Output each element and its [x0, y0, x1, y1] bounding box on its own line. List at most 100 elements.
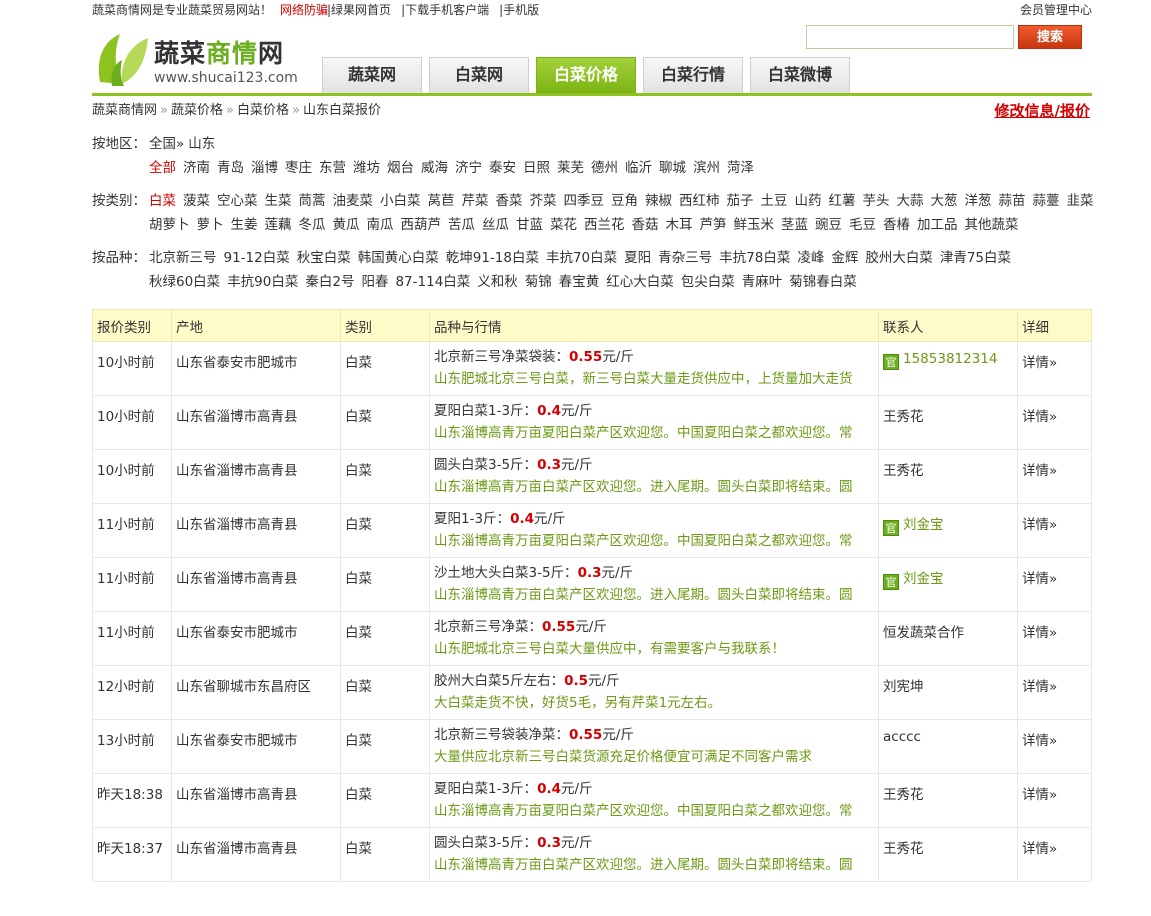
contact-name[interactable]: 刘金宝	[903, 571, 944, 587]
contact-cell[interactable]: 官刘金宝	[878, 557, 1018, 612]
detail-link[interactable]: 详情»	[1017, 665, 1092, 720]
category-item[interactable]: 西葫芦	[401, 213, 442, 237]
category-item[interactable]: 苦瓜	[448, 213, 475, 237]
category-item[interactable]: 香椿	[883, 213, 910, 237]
variety-item[interactable]: 乾坤91-18白菜	[446, 246, 539, 270]
variety-title[interactable]: 沙土地大头白菜3-5斤：0.3元/斤	[434, 562, 874, 584]
contact-cell[interactable]: 王秀花	[878, 395, 1018, 450]
category-item[interactable]: 香菜	[496, 189, 523, 213]
variety-item[interactable]: 丰抗70白菜	[546, 246, 617, 270]
contact-cell[interactable]: 刘宪坤	[878, 665, 1018, 720]
mobile-version-link[interactable]: 手机版	[503, 3, 539, 17]
breadcrumb-veg-price[interactable]: 蔬菜价格	[171, 103, 223, 118]
search-input[interactable]	[806, 25, 1014, 49]
detail-link[interactable]: 详情»	[1017, 449, 1092, 504]
region-shandong[interactable]: 山东	[188, 132, 215, 156]
category-item[interactable]: 大葱	[931, 189, 958, 213]
category-item[interactable]: 毛豆	[849, 213, 876, 237]
detail-link[interactable]: 详情»	[1017, 611, 1092, 666]
contact-cell[interactable]: 王秀花	[878, 449, 1018, 504]
variety-item[interactable]: 丰抗78白菜	[719, 246, 790, 270]
detail-link[interactable]: 详情»	[1017, 827, 1092, 882]
variety-title[interactable]: 夏阳白菜1-3斤：0.4元/斤	[434, 400, 874, 422]
region-item[interactable]: 菏泽	[727, 156, 754, 180]
detail-link[interactable]: 详情»	[1017, 557, 1092, 612]
variety-item[interactable]: 秦白2号	[305, 270, 354, 294]
category-item[interactable]: 莴苣	[428, 189, 455, 213]
variety-item[interactable]: 韩国黄心白菜	[358, 246, 439, 270]
category-item[interactable]: 冬瓜	[299, 213, 326, 237]
category-item[interactable]: 洋葱	[965, 189, 992, 213]
category-item[interactable]: 芦笋	[700, 213, 727, 237]
category-item[interactable]: 山药	[795, 189, 822, 213]
tab-cabbage-net[interactable]: 白菜网	[429, 57, 529, 93]
category-item[interactable]: 莲藕	[265, 213, 292, 237]
detail-link[interactable]: 详情»	[1017, 773, 1092, 828]
category-item[interactable]: 其他蔬菜	[965, 213, 1019, 237]
region-item[interactable]: 青岛	[217, 156, 244, 180]
variety-item[interactable]: 91-12白菜	[224, 246, 290, 270]
region-item[interactable]: 莱芜	[557, 156, 584, 180]
region-item[interactable]: 济南	[183, 156, 210, 180]
region-item[interactable]: 滨州	[693, 156, 720, 180]
category-item[interactable]: 豆角	[611, 189, 638, 213]
category-item[interactable]: 蒜苗	[999, 189, 1026, 213]
category-item[interactable]: 西兰花	[584, 213, 625, 237]
variety-title[interactable]: 北京新三号净菜袋装：0.55元/斤	[434, 346, 874, 368]
variety-title[interactable]: 胶州大白菜5斤左右：0.5元/斤	[434, 670, 874, 692]
region-all-china[interactable]: 全国»	[149, 132, 184, 156]
variety-item[interactable]: 义和秋	[477, 270, 518, 294]
category-item[interactable]: 芹菜	[462, 189, 489, 213]
variety-item[interactable]: 菊锦	[525, 270, 552, 294]
search-button[interactable]: 搜索	[1018, 25, 1082, 49]
variety-title[interactable]: 圆头白菜3-5斤：0.3元/斤	[434, 454, 874, 476]
variety-item[interactable]: 秋绿60白菜	[149, 270, 220, 294]
category-item[interactable]: 西红柿	[679, 189, 720, 213]
region-item[interactable]: 济宁	[455, 156, 482, 180]
region-item[interactable]: 淄博	[251, 156, 278, 180]
detail-link[interactable]: 详情»	[1017, 395, 1092, 450]
category-item[interactable]: 茼蒿	[299, 189, 326, 213]
site-logo[interactable]: 蔬菜商情网 www.shucai123.com	[92, 26, 302, 90]
region-item[interactable]: 泰安	[489, 156, 516, 180]
category-item[interactable]: 茄子	[727, 189, 754, 213]
category-item[interactable]: 南瓜	[367, 213, 394, 237]
region-item[interactable]: 枣庄	[285, 156, 312, 180]
contact-cell[interactable]: 王秀花	[878, 773, 1018, 828]
member-center-link[interactable]: 会员管理中心	[1020, 0, 1092, 20]
variety-item[interactable]: 青麻叶	[742, 270, 783, 294]
region-item[interactable]: 聊城	[659, 156, 686, 180]
category-item[interactable]: 菠菜	[183, 189, 210, 213]
contact-name[interactable]: 15853812314	[903, 351, 997, 367]
category-item[interactable]: 加工品	[917, 213, 958, 237]
contact-cell[interactable]: 王秀花	[878, 827, 1018, 882]
variety-title[interactable]: 夏阳白菜1-3斤：0.4元/斤	[434, 778, 874, 800]
variety-item[interactable]: 夏阳	[624, 246, 651, 270]
variety-item[interactable]: 青杂三号	[658, 246, 712, 270]
tab-cabbage-weibo[interactable]: 白菜微博	[750, 57, 850, 93]
region-item[interactable]: 烟台	[387, 156, 414, 180]
category-item[interactable]: 木耳	[666, 213, 693, 237]
category-item[interactable]: 白菜	[149, 189, 176, 213]
variety-title[interactable]: 北京新三号净菜：0.55元/斤	[434, 616, 874, 638]
variety-item[interactable]: 阳春	[361, 270, 388, 294]
category-item[interactable]: 四季豆	[564, 189, 605, 213]
category-item[interactable]: 蒜薹	[1033, 189, 1060, 213]
region-item[interactable]: 东营	[319, 156, 346, 180]
category-item[interactable]: 生菜	[265, 189, 292, 213]
region-item[interactable]: 临沂	[625, 156, 652, 180]
contact-cell[interactable]: 官 15853812314	[878, 341, 1018, 396]
detail-link[interactable]: 详情»	[1017, 341, 1092, 396]
tab-cabbage-price[interactable]: 白菜价格	[536, 57, 636, 93]
category-item[interactable]: 土豆	[761, 189, 788, 213]
category-item[interactable]: 菜花	[550, 213, 577, 237]
category-item[interactable]: 黄瓜	[333, 213, 360, 237]
variety-item[interactable]: 春宝黄	[559, 270, 600, 294]
tab-vegetable-net[interactable]: 蔬菜网	[322, 57, 422, 93]
green-fruit-home-link[interactable]: 绿果网首页	[331, 3, 391, 17]
variety-item[interactable]: 包尖白菜	[681, 270, 735, 294]
category-item[interactable]: 茎蓝	[781, 213, 808, 237]
contact-cell[interactable]: acccc	[878, 719, 1018, 774]
detail-link[interactable]: 详情»	[1017, 503, 1092, 558]
category-item[interactable]: 辣椒	[645, 189, 672, 213]
